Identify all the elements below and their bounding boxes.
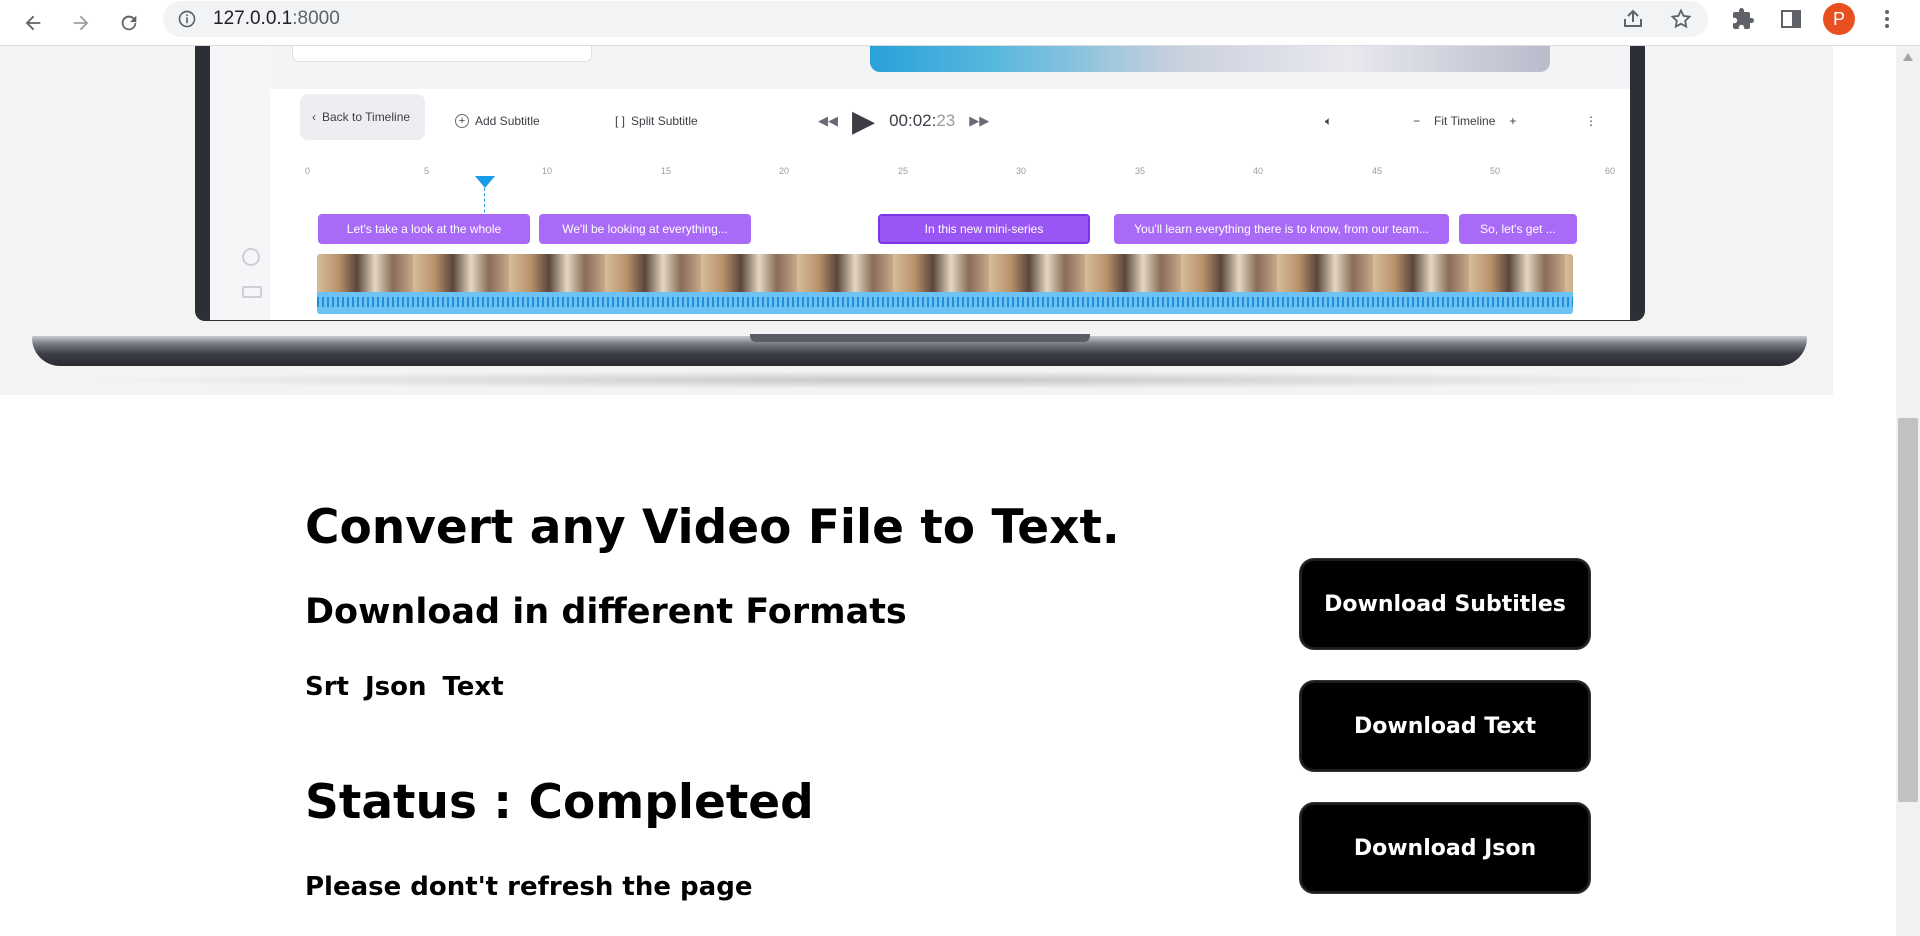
plus-icon: + xyxy=(1509,114,1517,128)
fit-timeline-label: Fit Timeline xyxy=(1434,114,1496,128)
reload-button[interactable] xyxy=(110,4,148,42)
playhead-marker xyxy=(475,176,495,188)
minus-icon: − xyxy=(1413,114,1421,128)
format-text: Text xyxy=(442,672,504,702)
download-json-button[interactable]: Download Json xyxy=(1300,803,1590,893)
triangle-up-icon xyxy=(1903,53,1913,61)
timeline-ruler: 0 5 10 15 20 25 30 35 40 45 50 60 xyxy=(305,166,1625,184)
arrow-left-icon xyxy=(25,15,41,31)
format-json: Json xyxy=(364,672,427,702)
arrow-right-icon xyxy=(73,15,89,31)
editor-sidebar xyxy=(210,46,270,320)
chevron-left-icon: ‹ xyxy=(312,110,316,124)
add-subtitle-label: Add Subtitle xyxy=(475,114,540,128)
puzzle-icon xyxy=(1733,8,1754,29)
ruler-tick: 60 xyxy=(1605,166,1616,176)
scrollbar-thumb[interactable] xyxy=(1898,418,1918,802)
audio-waveform xyxy=(317,292,1573,314)
back-to-timeline-button: ‹ Back to Timeline xyxy=(300,94,425,140)
format-srt: Srt xyxy=(305,672,349,702)
subtitle-chip: You'll learn everything there is to know… xyxy=(1114,214,1449,244)
forward-button[interactable] xyxy=(62,4,100,42)
subtitle-chip: Let's take a look at the whole xyxy=(318,214,530,244)
format-list: Srt Json Text xyxy=(305,672,504,702)
plus-circle-icon: + xyxy=(455,114,469,128)
url-host: 127.0.0.1 xyxy=(213,8,293,29)
back-button[interactable] xyxy=(14,4,52,42)
url-text[interactable]: 127.0.0.1:8000 xyxy=(213,8,340,30)
refresh-warning: Please dont't refresh the page xyxy=(305,872,753,902)
extensions-button[interactable] xyxy=(1730,6,1756,32)
more-options-icon: ⋮ xyxy=(1585,114,1597,128)
scroll-up-arrow[interactable] xyxy=(1896,46,1920,68)
ruler-tick: 30 xyxy=(1016,166,1027,176)
laptop-screen: ‹ Back to Timeline + Add Subtitle [ ] Sp… xyxy=(195,46,1645,321)
zoom-controls: − Fit Timeline + xyxy=(1413,106,1516,136)
subtitle-chip: We'll be looking at everything... xyxy=(539,214,751,244)
laptop-notch xyxy=(750,334,1090,342)
ruler-tick: 20 xyxy=(779,166,790,176)
video-preview xyxy=(870,46,1550,72)
playback-controls: ◀◀ ▶ 00:02:23 ▶▶ xyxy=(818,104,990,138)
hero-laptop-image: ‹ Back to Timeline + Add Subtitle [ ] Sp… xyxy=(0,46,1833,395)
laptop-shadow xyxy=(80,371,1760,389)
profile-avatar[interactable]: P xyxy=(1823,3,1855,35)
subtitle-card xyxy=(292,46,592,62)
star-icon[interactable] xyxy=(1669,7,1693,31)
ruler-tick: 35 xyxy=(1135,166,1146,176)
editor-upper-panel xyxy=(270,46,1630,89)
play-icon: ▶ xyxy=(852,104,876,138)
split-subtitle-button: [ ] Split Subtitle xyxy=(615,106,698,136)
back-to-timeline-label: Back to Timeline xyxy=(322,110,411,124)
address-bar[interactable]: 127.0.0.1:8000 xyxy=(163,1,1708,37)
ruler-tick: 50 xyxy=(1490,166,1501,176)
download-text-button[interactable]: Download Text xyxy=(1300,681,1590,771)
rewind-icon: ◀◀ xyxy=(818,113,838,128)
volume-icon: 🔈︎ xyxy=(1325,113,1333,128)
timecode-main: 00:02: xyxy=(889,111,937,130)
timecode-frames: 23 xyxy=(936,111,956,130)
share-icon[interactable] xyxy=(1621,7,1645,31)
url-port: :8000 xyxy=(292,8,340,29)
ruler-tick: 45 xyxy=(1372,166,1383,176)
timeline-toolbar: ‹ Back to Timeline + Add Subtitle [ ] Sp… xyxy=(270,94,1630,140)
info-icon[interactable] xyxy=(177,9,197,29)
ruler-tick: 5 xyxy=(424,166,430,176)
kebab-menu-icon xyxy=(1885,10,1889,28)
ruler-tick: 15 xyxy=(661,166,672,176)
ruler-tick: 0 xyxy=(305,166,311,176)
video-filmstrip xyxy=(317,254,1573,314)
ruler-tick: 10 xyxy=(542,166,553,176)
split-icon: [ ] xyxy=(615,114,626,128)
reload-icon xyxy=(121,15,137,31)
ruler-tick: 40 xyxy=(1253,166,1264,176)
subtitle-chip: So, let's get ... xyxy=(1459,214,1577,244)
split-subtitle-label: Split Subtitle xyxy=(631,114,698,128)
keyboard-icon xyxy=(242,286,262,298)
editor-screenshot: ‹ Back to Timeline + Add Subtitle [ ] Sp… xyxy=(210,46,1630,320)
formats-heading: Download in different Formats xyxy=(305,592,907,632)
help-icon xyxy=(242,248,260,266)
timecode: 00:02:23 xyxy=(889,111,955,131)
side-panel-icon xyxy=(1781,10,1801,28)
status-text: Status : Completed xyxy=(305,775,814,830)
ruler-tick: 25 xyxy=(898,166,909,176)
add-subtitle-button: + Add Subtitle xyxy=(455,106,540,136)
side-panel-button[interactable] xyxy=(1778,6,1804,32)
fast-forward-icon: ▶▶ xyxy=(969,113,990,128)
page-title: Convert any Video File to Text. xyxy=(305,500,1120,555)
browser-menu-button[interactable] xyxy=(1874,6,1900,32)
download-subtitles-button[interactable]: Download Subtitles xyxy=(1300,559,1590,649)
browser-toolbar: 127.0.0.1:8000 P xyxy=(0,0,1920,46)
subtitle-chip-active: In this new mini-series xyxy=(878,214,1090,244)
